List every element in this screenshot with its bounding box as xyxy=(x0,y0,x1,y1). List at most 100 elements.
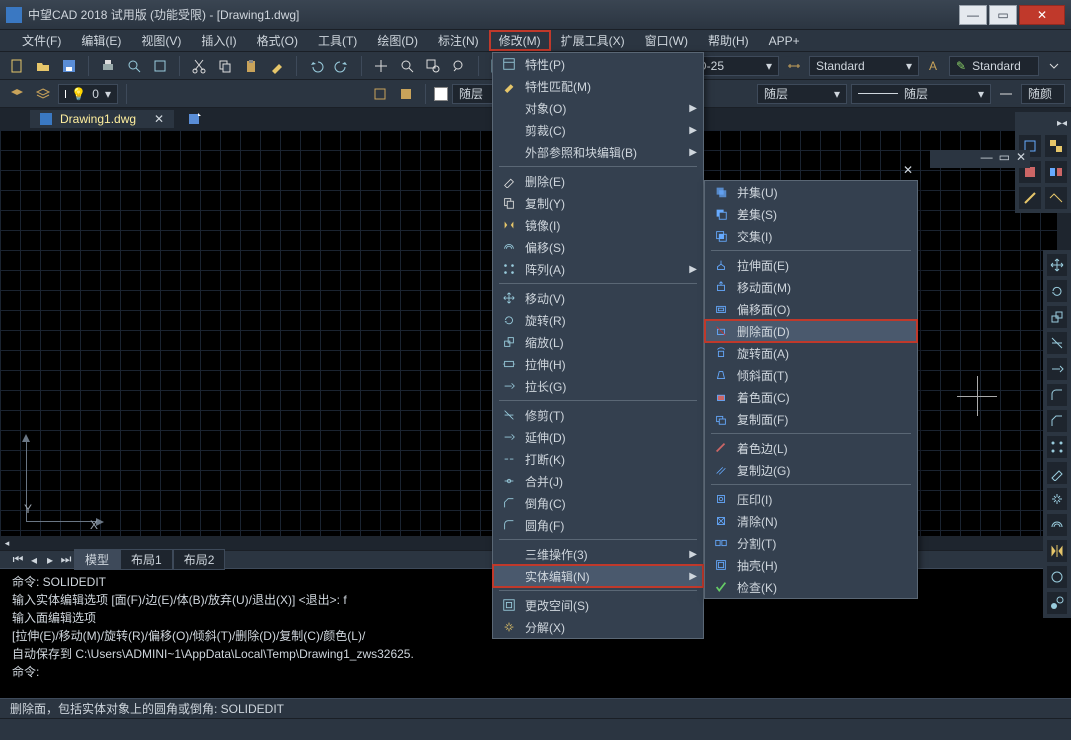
modify-item-2[interactable]: 对象(O)▶ xyxy=(493,97,703,119)
new-icon[interactable] xyxy=(6,55,28,77)
scroll-left-icon[interactable]: ◂ xyxy=(0,536,14,550)
undo-icon[interactable] xyxy=(305,55,327,77)
pan-icon[interactable] xyxy=(370,55,392,77)
open-icon[interactable] xyxy=(32,55,54,77)
print-icon[interactable] xyxy=(97,55,119,77)
modify-item-6[interactable]: 删除(E) xyxy=(493,170,703,192)
explode2-icon[interactable] xyxy=(1047,488,1067,510)
mirror2-icon[interactable] xyxy=(1047,540,1067,562)
modify-item-0[interactable]: 特性(P) xyxy=(493,53,703,75)
menu-帮助[interactable]: 帮助(H) xyxy=(698,30,759,51)
panel-minimize-icon[interactable]: — xyxy=(981,150,993,168)
layout-last-icon[interactable]: ⏭ xyxy=(58,552,74,568)
insert-icon[interactable] xyxy=(395,83,417,105)
modify-item-12[interactable]: 移动(V) xyxy=(493,287,703,309)
solid-item-14[interactable]: 复制边(G) xyxy=(705,459,917,481)
modify-item-20[interactable]: 打断(K) xyxy=(493,448,703,470)
offset2-icon[interactable] xyxy=(1047,514,1067,536)
modify-item-22[interactable]: 倒角(C) xyxy=(493,492,703,514)
block-icon[interactable] xyxy=(369,83,391,105)
solid-item-9[interactable]: 倾斜面(T) xyxy=(705,364,917,386)
doc-tab[interactable]: Drawing1.dwg ✕ xyxy=(30,110,174,128)
solid-item-20[interactable]: 检查(K) xyxy=(705,576,917,598)
solid-item-8[interactable]: 旋转面(A) xyxy=(705,342,917,364)
misc-icon[interactable] xyxy=(1047,566,1067,588)
plotstyle-combo[interactable]: 随颜 xyxy=(1021,84,1065,104)
modify-item-15[interactable]: 拉伸(H) xyxy=(493,353,703,375)
color-swatch[interactable] xyxy=(434,87,448,101)
modify-item-28[interactable]: 更改空间(S) xyxy=(493,594,703,616)
solid-item-4[interactable]: 拉伸面(E) xyxy=(705,254,917,276)
erase2-icon[interactable] xyxy=(1047,462,1067,484)
tool-icon[interactable] xyxy=(1045,187,1067,209)
close-button[interactable]: ✕ xyxy=(1019,5,1065,25)
close-tab-icon[interactable]: ✕ xyxy=(154,112,164,126)
modify-item-14[interactable]: 缩放(L) xyxy=(493,331,703,353)
move-icon[interactable] xyxy=(1047,254,1067,276)
panel-iconify-icon[interactable]: ▸◂ xyxy=(1057,118,1067,129)
overflow-icon[interactable] xyxy=(1043,55,1065,77)
modify-item-25[interactable]: 三维操作(3)▶ xyxy=(493,543,703,565)
menu-APP+[interactable]: APP+ xyxy=(759,30,810,51)
modify-item-7[interactable]: 复制(Y) xyxy=(493,192,703,214)
layout-next-icon[interactable]: ▸ xyxy=(42,552,58,568)
minimize-button[interactable]: — xyxy=(959,5,987,25)
menu-扩展工具[interactable]: 扩展工具(X) xyxy=(551,30,635,51)
tool-icon[interactable] xyxy=(1045,135,1067,157)
zoom-icon[interactable] xyxy=(396,55,418,77)
fillet-icon[interactable] xyxy=(1047,384,1067,406)
menu-工具[interactable]: 工具(T) xyxy=(308,30,367,51)
zoomwin-icon[interactable] xyxy=(422,55,444,77)
solid-item-18[interactable]: 分割(T) xyxy=(705,532,917,554)
solid-item-10[interactable]: 着色面(C) xyxy=(705,386,917,408)
menu-绘图[interactable]: 绘图(D) xyxy=(367,30,428,51)
layout-prev-icon[interactable]: ◂ xyxy=(26,552,42,568)
preview-icon[interactable] xyxy=(123,55,145,77)
solid-item-13[interactable]: 着色边(L) xyxy=(705,437,917,459)
menu-插入[interactable]: 插入(I) xyxy=(191,30,246,51)
copy-icon[interactable] xyxy=(214,55,236,77)
modify-item-9[interactable]: 偏移(S) xyxy=(493,236,703,258)
tablestyle-combo[interactable]: ✎Standard xyxy=(949,56,1039,76)
menu-修改[interactable]: 修改(M) xyxy=(489,30,551,51)
submenu-close-icon[interactable]: ✕ xyxy=(903,163,913,177)
modify-item-23[interactable]: 圆角(F) xyxy=(493,514,703,536)
tab-layout2[interactable]: 布局2 xyxy=(173,549,226,570)
dimstyle-icon[interactable] xyxy=(783,55,805,77)
lineweight-combo[interactable]: 随层▾ xyxy=(851,84,991,104)
solid-item-19[interactable]: 抽壳(H) xyxy=(705,554,917,576)
modify-item-4[interactable]: 外部参照和块编辑(B)▶ xyxy=(493,141,703,163)
modify-item-3[interactable]: 剪裁(C)▶ xyxy=(493,119,703,141)
tab-model[interactable]: 模型 xyxy=(74,549,120,570)
layerstate-icon[interactable] xyxy=(32,83,54,105)
modify-item-1[interactable]: 特性匹配(M) xyxy=(493,75,703,97)
chamfer-icon[interactable] xyxy=(1047,410,1067,432)
menu-格式[interactable]: 格式(O) xyxy=(247,30,308,51)
menu-视图[interactable]: 视图(V) xyxy=(131,30,191,51)
rotate-icon[interactable] xyxy=(1047,280,1067,302)
solid-item-2[interactable]: 交集(I) xyxy=(705,225,917,247)
tool-icon[interactable] xyxy=(1045,161,1067,183)
menu-窗口[interactable]: 窗口(W) xyxy=(635,30,698,51)
solid-item-11[interactable]: 复制面(F) xyxy=(705,408,917,430)
matchprop-icon[interactable] xyxy=(266,55,288,77)
layer-combo[interactable]: 💡0▾ xyxy=(58,84,118,104)
solid-item-0[interactable]: 并集(U) xyxy=(705,181,917,203)
maximize-button[interactable]: ▭ xyxy=(989,5,1017,25)
modify-item-8[interactable]: 镜像(I) xyxy=(493,214,703,236)
modify-item-13[interactable]: 旋转(R) xyxy=(493,309,703,331)
publish-icon[interactable] xyxy=(149,55,171,77)
paste-icon[interactable] xyxy=(240,55,262,77)
panel-restore-icon[interactable]: ▭ xyxy=(999,150,1010,168)
menu-标注[interactable]: 标注(N) xyxy=(428,30,489,51)
linetype-combo[interactable]: 随层▾ xyxy=(757,84,847,104)
layer-icon[interactable] xyxy=(6,83,28,105)
zoomprev-icon[interactable] xyxy=(448,55,470,77)
cut-icon[interactable] xyxy=(188,55,210,77)
modify-item-21[interactable]: 合并(J) xyxy=(493,470,703,492)
modify-item-26[interactable]: 实体编辑(N)▶ xyxy=(493,565,703,587)
textstyle-combo[interactable]: Standard▾ xyxy=(809,56,919,76)
menu-文件[interactable]: 文件(F) xyxy=(12,30,71,51)
tab-layout1[interactable]: 布局1 xyxy=(120,549,173,570)
solid-item-17[interactable]: 清除(N) xyxy=(705,510,917,532)
